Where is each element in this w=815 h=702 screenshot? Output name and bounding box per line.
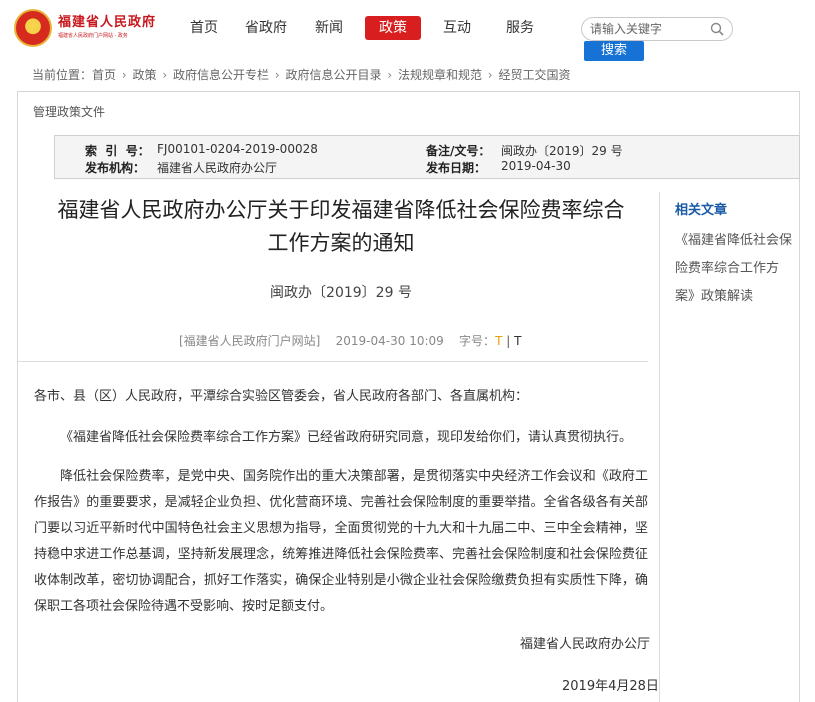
index-label: 索 引 号：: [85, 144, 150, 158]
remark-value: 闽政办〔2019〕29 号: [501, 144, 623, 158]
site-header: 福建省人民政府 福建省人民政府门户网站 · 政务 首页 省政府 新闻 政策 互动…: [0, 0, 815, 62]
remark-label: 备注/文号：: [426, 144, 491, 158]
related-title: 相关文章: [675, 203, 728, 218]
related-articles: 相关文章 《福建省降低社会保险费率综合工作方案》政策解读: [659, 192, 801, 702]
nav-policy[interactable]: 政策: [365, 16, 421, 40]
divider: [18, 361, 648, 362]
index-value: FJ00101-0204-2019-00028: [157, 142, 318, 156]
related-article-link[interactable]: 《福建省降低社会保险费率综合工作方案》政策解读: [675, 227, 795, 311]
logo-subtitle: 福建省人民政府门户网站 · 政务: [58, 33, 128, 39]
logo-title: 福建省人民政府: [58, 15, 157, 30]
paragraph-notice: 《福建省降低社会保险费率综合工作方案》已经省政府研究同意，现印发给你们，请认真贯…: [60, 430, 633, 445]
breadcrumb-separator: ›: [387, 68, 393, 82]
breadcrumb-separator: ›: [121, 68, 127, 82]
site-logo[interactable]: 福建省人民政府 福建省人民政府门户网站 · 政务: [14, 8, 155, 48]
date-label: 发布日期：: [426, 161, 487, 175]
paragraph-body: 降低社会保险费率，是党中央、国务院作出的重大决策部署，是贯彻落实中央经济工作会议…: [34, 469, 648, 614]
document-title: 福建省人民政府办公厅关于印发福建省降低社会保险费率综合 工作方案的通知: [40, 194, 642, 260]
nav-province-government[interactable]: 省政府: [238, 16, 294, 40]
nav-interaction[interactable]: 互动: [429, 16, 485, 40]
breadcrumb-separator: ›: [162, 68, 168, 82]
breadcrumb-item-trade[interactable]: 经贸工交国资: [498, 68, 570, 82]
date-value: 2019-04-30: [501, 159, 571, 173]
search-input[interactable]: [590, 20, 708, 38]
breadcrumb-prefix: 当前位置：: [32, 68, 93, 82]
national-emblem-icon: [14, 9, 52, 47]
search-icon[interactable]: [710, 22, 724, 36]
breadcrumb-item-info-catalog[interactable]: 政府信息公开目录: [285, 68, 381, 82]
signatory: 福建省人民政府办公厅: [520, 637, 651, 652]
nav-news[interactable]: 新闻: [301, 16, 357, 40]
nav-home[interactable]: 首页: [176, 16, 232, 40]
document-meta: 索 引 号： FJ00101-0204-2019-00028 备注/文号： 闽政…: [54, 135, 800, 179]
document-title-line1: 福建省人民政府办公厅关于印发福建省降低社会保险费率综合: [57, 198, 625, 222]
document-time: 2019-04-30 10:09: [335, 334, 444, 348]
publisher-value: 福建省人民政府办公厅: [157, 161, 278, 175]
breadcrumb-item-policy[interactable]: 政策: [133, 68, 157, 82]
breadcrumb-separator: ›: [274, 68, 280, 82]
paragraph-salutation: 各市、县（区）人民政府，平潭综合实验区管委会，省人民政府各部门、各直属机构：: [34, 389, 529, 404]
content-panel: 管理政策文件 索 引 号： FJ00101-0204-2019-00028 备注…: [17, 91, 800, 702]
breadcrumb-separator: ›: [487, 68, 493, 82]
publisher-label: 发布机构：: [85, 161, 146, 175]
font-small-button[interactable]: T: [514, 334, 521, 348]
breadcrumb-item-info-column[interactable]: 政府信息公开专栏: [173, 68, 269, 82]
sign-date: 2019年4月28日: [562, 679, 659, 694]
document-number: 闽政办〔2019〕29 号: [270, 285, 412, 301]
search-box: [581, 17, 733, 41]
panel-title: 管理政策文件: [33, 105, 106, 119]
search-button[interactable]: 搜索: [584, 41, 644, 61]
breadcrumb: 当前位置：首页 › 政策 › 政府信息公开专栏 › 政府信息公开目录 › 法规规…: [32, 66, 570, 83]
font-separator: |: [506, 334, 511, 348]
document-source-line: [福建省人民政府门户网站] 2019-04-30 10:09 字号：T | T: [179, 332, 521, 349]
document-title-line2: 工作方案的通知: [267, 231, 415, 255]
breadcrumb-item-regulations[interactable]: 法规规章和规范: [398, 68, 482, 82]
document-source[interactable]: [福建省人民政府门户网站]: [179, 334, 320, 348]
nav-service[interactable]: 服务: [492, 16, 548, 40]
breadcrumb-item-home[interactable]: 首页: [92, 68, 116, 82]
font-large-button[interactable]: T: [495, 334, 502, 348]
font-size-label: 字号：: [459, 334, 496, 348]
